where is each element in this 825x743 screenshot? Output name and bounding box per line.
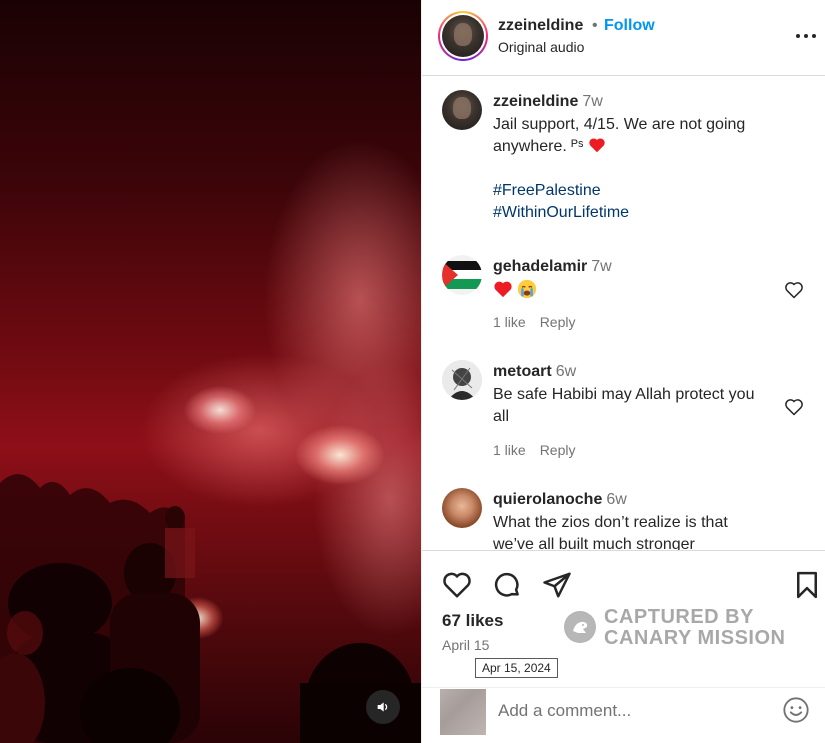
speaker-icon: [377, 702, 388, 712]
comment-likes[interactable]: 1 like: [493, 442, 526, 458]
comment-time[interactable]: 6w: [606, 491, 626, 508]
comment-time[interactable]: 7w: [591, 258, 611, 275]
bookmark-icon[interactable]: [792, 570, 822, 600]
comment-text: Be safe Habibi may Allah protect you all: [493, 386, 755, 425]
post-details-panel: zzeineldine • Follow Original audio zzei…: [421, 0, 825, 743]
audio-label[interactable]: Original audio: [498, 39, 584, 55]
likes-count[interactable]: 67 likes: [442, 611, 503, 631]
watermark-line2: CANARY MISSION: [604, 627, 786, 649]
comment-header: gehadelamir 7w: [493, 258, 612, 276]
watermark-text: CAPTURED BY CANARY MISSION: [604, 607, 785, 649]
comment-input[interactable]: [498, 701, 758, 721]
author-username[interactable]: zzeineldine: [498, 17, 583, 35]
post-video[interactable]: [0, 0, 421, 743]
like-heart-icon[interactable]: [442, 570, 472, 600]
palestine-flag-avatar: [442, 261, 482, 289]
like-comment-heart-icon[interactable]: [784, 280, 804, 300]
reply-button[interactable]: Reply: [540, 314, 576, 330]
comment-username[interactable]: quierolanoche: [493, 491, 602, 508]
author-avatar[interactable]: [442, 15, 484, 57]
commenter-avatar[interactable]: [442, 488, 482, 528]
red-heart-icon: [589, 138, 605, 153]
comment-emojis: [493, 279, 537, 302]
date-tooltip: Apr 15, 2024: [475, 658, 558, 678]
canary-logo-icon: [564, 611, 596, 643]
crying-face-icon: [518, 279, 537, 299]
hashtag-link[interactable]: #FreePalestine: [493, 180, 629, 202]
follow-button[interactable]: Follow: [604, 17, 655, 35]
comment-text: What the zios don’t realize is that we’v…: [493, 514, 728, 550]
caption-username[interactable]: zzeineldine: [493, 93, 578, 110]
comment-meta: 1 like Reply: [493, 442, 589, 458]
commenter-avatar[interactable]: [442, 255, 482, 295]
caption-avatar[interactable]: [442, 90, 482, 130]
sketch-avatar: [442, 360, 482, 400]
separator-dot: •: [592, 17, 598, 34]
red-heart-icon: [494, 281, 512, 298]
comment-bubble-icon[interactable]: [492, 570, 522, 600]
more-dots-icon[interactable]: [794, 26, 818, 46]
reply-button[interactable]: Reply: [540, 442, 576, 458]
author-avatar-ring[interactable]: [438, 11, 488, 61]
caption-text-block: Jail support, 4/15. We are not going any…: [493, 114, 793, 158]
comment-time[interactable]: 6w: [556, 363, 576, 380]
caption-header: zzeineldine 7w: [493, 93, 603, 111]
caption-hashtags: #FreePalestine #WithinOurLifetime: [493, 180, 629, 224]
comments-list[interactable]: zzeineldine 7w Jail support, 4/15. We are…: [422, 77, 825, 550]
share-plane-icon[interactable]: [542, 570, 572, 600]
caption-text: Jail support, 4/15. We are not going any…: [493, 116, 746, 155]
comment-username[interactable]: metoart: [493, 363, 552, 380]
like-comment-heart-icon[interactable]: [784, 397, 804, 417]
comment-header: quierolanoche 6w: [493, 491, 627, 509]
post-actions: 67 likes April 15 Apr 15, 2024 CAPTURED …: [422, 550, 825, 687]
add-comment-bar: [422, 687, 825, 743]
comment-likes[interactable]: 1 like: [493, 314, 526, 330]
comment-header: metoart 6w: [493, 363, 576, 381]
comment-username[interactable]: gehadelamir: [493, 258, 587, 275]
hashtag-link[interactable]: #WithinOurLifetime: [493, 202, 629, 224]
post-header: zzeineldine • Follow Original audio: [422, 0, 825, 76]
crowd-silhouettes: [0, 474, 421, 743]
commenter-avatar[interactable]: [442, 360, 482, 400]
comment-meta: 1 like Reply: [493, 314, 589, 330]
emoji-icon[interactable]: [782, 696, 810, 724]
watermark-line1: CAPTURED BY: [604, 606, 754, 628]
post-date[interactable]: April 15: [442, 637, 489, 653]
current-user-avatar: [440, 689, 486, 735]
mute-toggle-button[interactable]: [366, 690, 400, 724]
caption-time[interactable]: 7w: [582, 93, 602, 110]
